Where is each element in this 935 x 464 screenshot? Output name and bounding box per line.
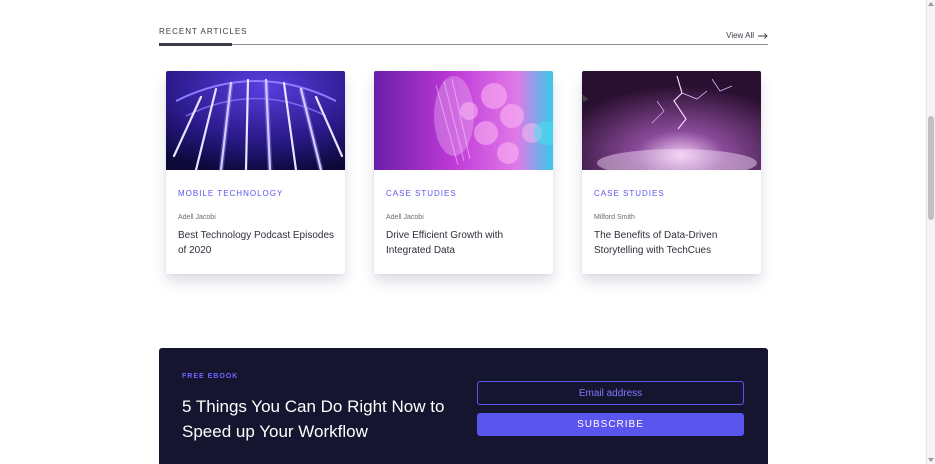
view-all-link[interactable]: View All <box>726 31 768 40</box>
article-card[interactable]: MOBILE TECHNOLOGY Adell Jacobi Best Tech… <box>166 71 345 274</box>
article-title[interactable]: Best Technology Podcast Episodes of 2020 <box>178 228 336 258</box>
article-card[interactable]: CASE STUDIES Milford Smith The Benefits … <box>582 71 761 274</box>
article-title[interactable]: The Benefits of Data-Driven Storytelling… <box>594 228 752 258</box>
article-title[interactable]: Drive Efficient Growth with Integrated D… <box>386 228 544 258</box>
section-title-underline <box>159 43 232 46</box>
arrow-right-icon <box>758 32 768 39</box>
article-author[interactable]: Adell Jacobi <box>178 214 216 221</box>
email-input[interactable] <box>477 381 744 405</box>
article-image-glowing-bokeh[interactable] <box>374 71 553 170</box>
article-image-lightning-storm[interactable] <box>582 71 761 170</box>
article-author[interactable]: Adell Jacobi <box>386 214 424 221</box>
newsletter-banner: FREE EBOOK 5 Things You Can Do Right Now… <box>159 348 768 464</box>
newsletter-heading: 5 Things You Can Do Right Now to Speed u… <box>182 397 445 441</box>
newsletter-eyebrow: FREE EBOOK <box>182 373 239 380</box>
section-title: RECENT ARTICLES <box>159 27 248 36</box>
article-category[interactable]: CASE STUDIES <box>386 189 457 198</box>
article-category[interactable]: MOBILE TECHNOLOGY <box>178 189 283 198</box>
scroll-down-icon[interactable] <box>928 458 934 462</box>
article-author[interactable]: Milford Smith <box>594 214 635 221</box>
subscribe-button[interactable]: SUBSCRIBE <box>477 413 744 436</box>
article-card[interactable]: CASE STUDIES Adell Jacobi Drive Efficien… <box>374 71 553 274</box>
scrollbar-thumb[interactable] <box>928 116 934 220</box>
view-all-label: View All <box>726 31 754 40</box>
article-image-stage-lights[interactable] <box>166 71 345 170</box>
recent-articles-header: RECENT ARTICLES View All <box>159 25 768 46</box>
page-scrollbar[interactable] <box>926 0 935 464</box>
scroll-up-icon[interactable] <box>928 2 934 6</box>
article-category[interactable]: CASE STUDIES <box>594 189 665 198</box>
